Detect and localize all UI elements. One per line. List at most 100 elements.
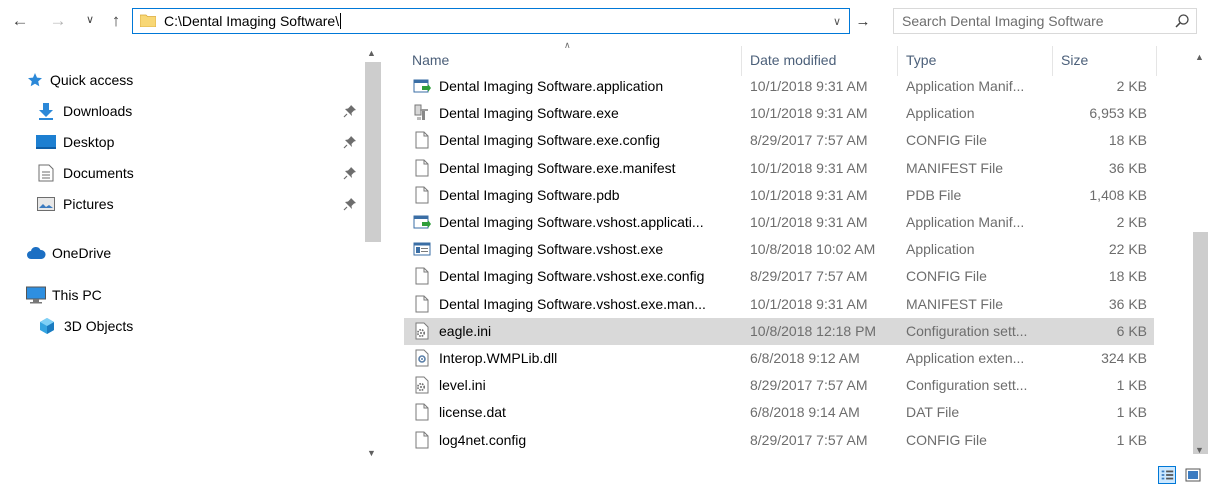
file-date-modified: 10/1/2018 9:31 AM bbox=[750, 295, 868, 312]
file-name: Dental Imaging Software.application bbox=[439, 78, 664, 94]
up-arrow-icon[interactable]: ↑ bbox=[104, 8, 128, 32]
folder-icon bbox=[140, 14, 156, 27]
nav-item-onedrive[interactable]: OneDrive bbox=[26, 240, 111, 266]
back-arrow-icon[interactable]: ← bbox=[8, 8, 32, 32]
navigation-bar: ← → ∨ ↑ C:\Dental Imaging Software\ ∨ → … bbox=[0, 0, 1209, 42]
file-type: Application bbox=[906, 241, 975, 258]
nav-item-quick-access[interactable]: Quick access bbox=[26, 67, 133, 93]
column-header-date-modified[interactable]: Date modified bbox=[750, 52, 836, 68]
nav-pane-scrollbar[interactable]: ▲ ▼ bbox=[364, 46, 382, 460]
sort-ascending-icon: ∧ bbox=[564, 42, 571, 50]
file-name: eagle.ini bbox=[439, 322, 492, 339]
file-row[interactable]: level.ini 8/29/2017 7:57 AM Configuration … bbox=[404, 372, 1154, 399]
navigation-pane: Quick access Downloads Desktop Documents… bbox=[0, 42, 384, 462]
nav-item-label: 3D Objects bbox=[64, 318, 134, 334]
large-icons-view-icon[interactable] bbox=[1184, 466, 1202, 484]
details-view-icon[interactable] bbox=[1158, 466, 1176, 484]
file-row[interactable]: Dental Imaging Software.exe 10/1/2018 9:3… bbox=[404, 100, 1154, 127]
file-name: Dental Imaging Software.vshost.exe.confi… bbox=[439, 268, 705, 285]
file-size: 6 KB bbox=[1116, 322, 1147, 339]
file-row[interactable]: license.dat 6/8/2018 9:14 AM DAT File 1 KB bbox=[404, 399, 1154, 426]
search-icon[interactable] bbox=[1174, 13, 1190, 29]
nav-item-documents[interactable]: Documents bbox=[36, 160, 134, 186]
nav-item-desktop[interactable]: Desktop bbox=[36, 129, 114, 155]
address-path[interactable]: C:\Dental Imaging Software\ bbox=[164, 13, 342, 29]
file-row[interactable]: eagle.ini 10/8/2018 12:18 PM Configuration… bbox=[404, 317, 1154, 345]
file-row[interactable]: Dental Imaging Software.pdb 10/1/2018 9:3… bbox=[404, 182, 1154, 209]
file-type: Application exten... bbox=[906, 350, 1025, 366]
file-row[interactable]: Dental Imaging Software.vshost.exe 10/8/2… bbox=[404, 236, 1154, 263]
nav-item-label: Desktop bbox=[63, 134, 115, 150]
pin-icon[interactable] bbox=[343, 104, 357, 118]
ini-gear-icon bbox=[413, 376, 431, 394]
scroll-down-icon[interactable]: ▼ bbox=[367, 448, 376, 458]
search-placeholder[interactable]: Search Dental Imaging Software bbox=[902, 13, 1104, 29]
file-name: license.dat bbox=[439, 404, 506, 421]
file-date-modified: 8/29/2017 7:57 AM bbox=[750, 268, 868, 285]
file-type: CONFIG File bbox=[906, 132, 987, 149]
file-size: 2 KB bbox=[1116, 214, 1147, 230]
scroll-down-icon[interactable]: ▼ bbox=[1195, 445, 1204, 455]
column-header-name[interactable]: Name bbox=[412, 52, 449, 68]
file-row[interactable]: Dental Imaging Software.exe.config 8/29/2… bbox=[404, 127, 1154, 154]
nav-item-downloads[interactable]: Downloads bbox=[36, 98, 132, 124]
file-name: Dental Imaging Software.exe.config bbox=[439, 132, 661, 149]
file-type: Application bbox=[906, 105, 975, 122]
file-icon bbox=[413, 267, 431, 285]
file-size: 2 KB bbox=[1116, 78, 1147, 94]
file-type: Application Manif... bbox=[906, 78, 1025, 94]
file-date-modified: 10/1/2018 9:31 AM bbox=[750, 105, 868, 122]
file-row[interactable]: Dental Imaging Software.vshost.exe.confi… bbox=[404, 263, 1154, 290]
search-box[interactable]: Search Dental Imaging Software bbox=[893, 8, 1197, 34]
file-size: 18 KB bbox=[1108, 268, 1147, 285]
file-list-scroll-thumb[interactable] bbox=[1193, 232, 1208, 454]
file-row[interactable]: Dental Imaging Software.vshost.exe.man..… bbox=[404, 291, 1154, 318]
column-divider[interactable] bbox=[1052, 46, 1053, 76]
column-header-size[interactable]: Size bbox=[1061, 52, 1088, 68]
file-row[interactable]: Dental Imaging Software.exe.manifest 10/1… bbox=[404, 155, 1154, 182]
nav-item-label: Quick access bbox=[50, 72, 134, 88]
pin-icon[interactable] bbox=[343, 135, 357, 149]
file-list-scrollbar[interactable]: ▲ ▼ bbox=[1192, 42, 1209, 462]
nav-item-label: This PC bbox=[52, 287, 102, 303]
column-divider[interactable] bbox=[741, 46, 742, 76]
go-arrow-icon[interactable]: → bbox=[852, 8, 874, 34]
file-name: Dental Imaging Software.vshost.applicati… bbox=[439, 214, 704, 230]
address-bar[interactable]: C:\Dental Imaging Software\ ∨ bbox=[132, 8, 850, 34]
recent-locations-chevron-icon[interactable]: ∨ bbox=[78, 8, 102, 32]
file-row[interactable]: log4net.config 8/29/2017 7:57 AM CONFIG Fi… bbox=[404, 427, 1154, 454]
pin-icon[interactable] bbox=[343, 197, 357, 211]
column-divider[interactable] bbox=[897, 46, 898, 76]
column-divider[interactable] bbox=[1156, 46, 1157, 76]
file-name: Dental Imaging Software.exe.manifest bbox=[439, 159, 676, 176]
file-row[interactable]: Interop.WMPLib.dll 6/8/2018 9:12 AM Applic… bbox=[404, 345, 1154, 372]
nav-pane-scroll-thumb[interactable] bbox=[365, 62, 381, 242]
nav-item-3d-objects[interactable]: 3D Objects bbox=[37, 313, 133, 339]
pin-icon[interactable] bbox=[343, 166, 357, 180]
scroll-up-icon[interactable]: ▲ bbox=[367, 48, 376, 58]
file-date-modified: 10/8/2018 12:18 PM bbox=[750, 322, 877, 339]
file-row[interactable]: Dental Imaging Software.vshost.applicati… bbox=[404, 209, 1154, 236]
nav-item-this-pc[interactable]: This PC bbox=[26, 282, 102, 308]
file-size: 18 KB bbox=[1108, 132, 1147, 149]
address-dropdown-chevron-icon[interactable]: ∨ bbox=[829, 12, 845, 30]
dll-icon bbox=[413, 349, 431, 367]
file-type: MANIFEST File bbox=[906, 159, 1003, 176]
file-date-modified: 10/1/2018 9:31 AM bbox=[750, 78, 868, 94]
forward-arrow-icon[interactable]: → bbox=[46, 8, 70, 32]
desktop-icon bbox=[36, 132, 56, 152]
ini-gear-icon bbox=[413, 322, 431, 340]
file-icon bbox=[413, 159, 431, 177]
computer-icon bbox=[26, 285, 46, 305]
file-size: 1,408 KB bbox=[1089, 186, 1147, 203]
file-row[interactable]: Dental Imaging Software.application 10/1/… bbox=[404, 73, 1154, 100]
file-date-modified: 8/29/2017 7:57 AM bbox=[750, 431, 868, 448]
file-size: 36 KB bbox=[1108, 159, 1147, 176]
file-date-modified: 8/29/2017 7:57 AM bbox=[750, 377, 868, 394]
file-icon bbox=[413, 186, 431, 204]
scroll-up-icon[interactable]: ▲ bbox=[1195, 52, 1204, 62]
file-type: PDB File bbox=[906, 186, 962, 203]
column-header-type[interactable]: Type bbox=[906, 52, 936, 68]
file-type: Application Manif... bbox=[906, 214, 1025, 230]
nav-item-pictures[interactable]: Pictures bbox=[36, 191, 114, 217]
